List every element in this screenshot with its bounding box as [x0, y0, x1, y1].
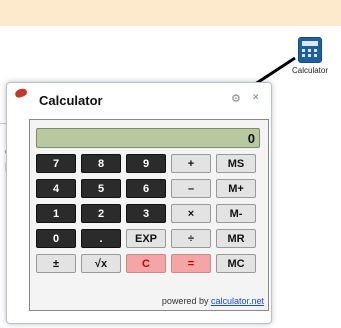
calculator-display: 0: [36, 128, 260, 148]
gear-icon[interactable]: ⚙: [231, 92, 241, 105]
calc-key[interactable]: ±: [36, 254, 76, 273]
calc-key[interactable]: √x: [81, 254, 121, 273]
window-title: Calculator: [39, 93, 103, 108]
calc-key[interactable]: MC: [216, 254, 256, 273]
powered-by-text: powered by: [161, 296, 211, 306]
calc-key[interactable]: 9: [126, 154, 166, 173]
calc-key[interactable]: 5: [81, 179, 121, 198]
calc-key[interactable]: ÷: [171, 229, 211, 248]
calc-key[interactable]: 4: [36, 179, 76, 198]
calc-key[interactable]: EXP: [126, 229, 166, 248]
calc-key[interactable]: ×: [171, 204, 211, 223]
calc-key[interactable]: 2: [81, 204, 121, 223]
calc-key[interactable]: M+: [216, 179, 256, 198]
calc-key[interactable]: MR: [216, 229, 256, 248]
calculator-body: 0 7 8 9 + MS 4 5 6– M+ 1 2 3 × M- 0. EXP ÷ MR ± √x C = MC powe…: [29, 119, 269, 311]
calc-key[interactable]: 8: [81, 154, 121, 173]
calc-key[interactable]: M-: [216, 204, 256, 223]
calc-key[interactable]: MS: [216, 154, 256, 173]
calc-key[interactable]: C: [126, 254, 166, 273]
calc-key[interactable]: =: [171, 254, 211, 273]
calc-key[interactable]: 7: [36, 154, 76, 173]
powered-by: powered by calculator.net: [30, 296, 264, 306]
calc-key[interactable]: 3: [126, 204, 166, 223]
close-icon[interactable]: ✕: [252, 92, 260, 103]
calc-key[interactable]: 0: [36, 229, 76, 248]
powered-by-link[interactable]: calculator.net: [211, 296, 264, 306]
calc-key[interactable]: +: [171, 154, 211, 173]
calculator-window: Calculator ⚙ ✕ 0 7 8 9 + MS 4 5 6– M+ 1 2 3 × M- 0. EXP…: [6, 82, 272, 324]
calc-key[interactable]: 1: [36, 204, 76, 223]
calc-key[interactable]: –: [171, 179, 211, 198]
calculator-logo-icon: [13, 87, 29, 99]
calc-key[interactable]: 6: [126, 179, 166, 198]
calc-key[interactable]: .: [81, 229, 121, 248]
